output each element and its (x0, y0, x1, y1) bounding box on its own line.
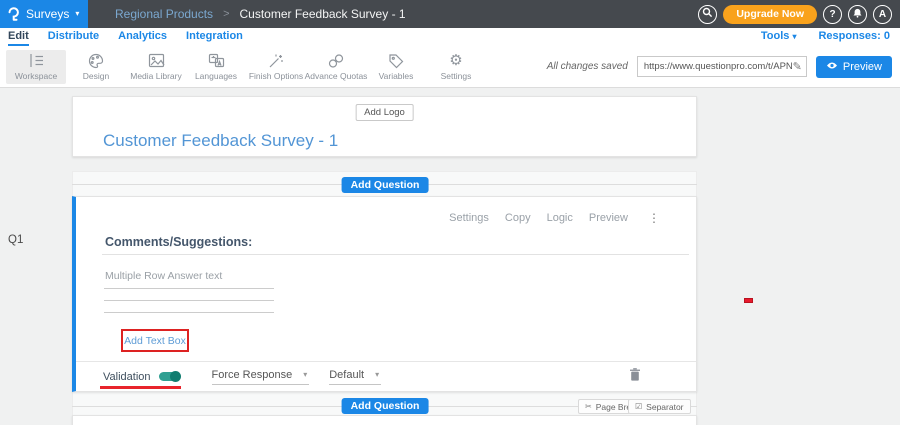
caret-down-icon: ▾ (303, 370, 307, 379)
upgrade-now-button[interactable]: Upgrade Now (723, 5, 817, 24)
question-settings-link[interactable]: Settings (449, 212, 489, 224)
more-options-icon[interactable]: ⋮ (648, 211, 660, 225)
eye-icon (826, 61, 838, 73)
question-logic-link[interactable]: Logic (547, 212, 573, 224)
questionpro-logo-icon (7, 7, 20, 22)
toolbar-item-advance-quotas[interactable]: Advance Quotas (306, 50, 366, 84)
separator-checkbox-icon: ☑ (635, 403, 642, 411)
survey-url-box: ✎ (637, 56, 807, 77)
question-preview-link[interactable]: Preview (589, 212, 628, 224)
breadcrumb-folder[interactable]: Regional Products (115, 7, 213, 21)
tab-integration[interactable]: Integration (186, 30, 243, 44)
question-number: Q1 (8, 234, 23, 246)
survey-editor-canvas: Add Logo Customer Feedback Survey - 1 Ad… (0, 88, 900, 425)
topbar-actions: Upgrade Now ? A (698, 5, 900, 24)
translate-icon (208, 52, 225, 69)
toolbar-item-label: Advance Quotas (305, 71, 368, 81)
survey-title[interactable]: Customer Feedback Survey - 1 (103, 131, 338, 151)
add-question-button-bottom[interactable]: Add Question (342, 398, 429, 414)
toolbar-item-variables[interactable]: Variables (366, 50, 426, 84)
breadcrumb: Regional Products > Customer Feedback Su… (115, 7, 406, 21)
surveys-product-menu[interactable]: Surveys ▾ (0, 0, 88, 28)
toggle-knob (170, 371, 181, 382)
avatar[interactable]: A (873, 5, 892, 24)
notifications-button[interactable] (848, 5, 867, 24)
caret-down-icon: ▾ (75, 10, 79, 18)
caret-down-icon: ▾ (792, 32, 796, 41)
separator-button[interactable]: ☑ Separator (628, 399, 691, 414)
trash-icon (629, 368, 641, 386)
responses-count[interactable]: Responses: 0 (818, 30, 890, 42)
question-text-underline (102, 254, 689, 255)
caret-down-icon: ▾ (375, 370, 379, 379)
tag-icon (388, 52, 404, 69)
add-question-button-top[interactable]: Add Question (342, 177, 429, 193)
help-button[interactable]: ? (823, 5, 842, 24)
survey-header-card: Add Logo Customer Feedback Survey - 1 (72, 96, 697, 157)
search-icon (702, 7, 713, 21)
toolbar-item-settings[interactable]: ⚙ Settings (426, 50, 486, 84)
toolbar-item-label: Media Library (130, 71, 182, 81)
search-button[interactable] (698, 5, 717, 24)
force-response-dropdown[interactable]: Force Response ▾ (212, 369, 310, 385)
gear-icon: ⚙ (449, 52, 462, 69)
validation-label: Validation (103, 371, 151, 383)
survey-url-input[interactable] (644, 61, 793, 72)
toolbar-right: All changes saved ✎ Preview (547, 56, 900, 78)
edit-url-icon[interactable]: ✎ (793, 60, 802, 73)
autosave-status: All changes saved (547, 61, 628, 72)
default-dropdown[interactable]: Default ▾ (329, 369, 381, 385)
question-copy-link[interactable]: Copy (505, 212, 531, 224)
breadcrumb-separator: > (223, 8, 229, 20)
breadcrumb-survey-name: Customer Feedback Survey - 1 (240, 7, 406, 21)
tools-menu[interactable]: Tools ▾ (761, 30, 797, 42)
toolbar-item-media-library[interactable]: Media Library (126, 50, 186, 84)
toolbar-item-label: Workspace (15, 71, 57, 81)
add-text-box-link[interactable]: Add Text Box (124, 335, 186, 347)
answer-row-line[interactable] (104, 300, 274, 301)
page-break-icon: ✂ (585, 403, 592, 411)
annotation-underline (100, 386, 181, 389)
toolbar-item-finish-options[interactable]: Finish Options (246, 50, 306, 84)
survey-nav: Edit Distribute Analytics Integration To… (0, 28, 900, 46)
annotation-mark (744, 298, 753, 303)
next-question-card (72, 415, 697, 425)
toolbar-item-label: Settings (441, 71, 472, 81)
toolbar-item-label: Design (83, 71, 109, 81)
wand-icon (268, 52, 284, 69)
workspace-icon (28, 52, 45, 69)
tab-distribute[interactable]: Distribute (48, 30, 99, 44)
topbar: Surveys ▾ Regional Products > Customer F… (0, 0, 900, 28)
links-icon (328, 52, 344, 69)
annotation-box: Add Text Box (121, 329, 189, 352)
add-logo-button[interactable]: Add Logo (355, 104, 414, 121)
tab-analytics[interactable]: Analytics (118, 30, 167, 44)
toolbar-item-design[interactable]: Design (66, 50, 126, 84)
palette-icon (88, 52, 104, 69)
image-icon (148, 52, 165, 69)
product-name: Surveys (26, 7, 69, 21)
preview-button[interactable]: Preview (816, 56, 892, 78)
question-text[interactable]: Comments/Suggestions: (105, 235, 252, 249)
toolbar-item-label: Languages (195, 71, 237, 81)
bell-icon (852, 7, 863, 22)
toolbar-item-workspace[interactable]: Workspace (6, 50, 66, 84)
answer-placeholder[interactable]: Multiple Row Answer text (105, 270, 222, 282)
question-actions: Settings Copy Logic Preview ⋮ (449, 211, 660, 225)
delete-question-button[interactable] (629, 368, 641, 386)
toolbar-item-label: Finish Options (249, 71, 303, 81)
answer-row-line[interactable] (104, 288, 274, 289)
edit-toolbar: Workspace Design Media Library Languages… (0, 46, 900, 88)
tab-edit[interactable]: Edit (8, 30, 29, 46)
question-card: Settings Copy Logic Preview ⋮ Comments/S… (72, 196, 697, 392)
toolbar-item-label: Variables (379, 71, 414, 81)
nav-right: Tools ▾ Responses: 0 (761, 30, 890, 42)
answer-row-line[interactable] (104, 312, 274, 313)
validation-toggle[interactable] (159, 372, 180, 381)
toolbar-item-languages[interactable]: Languages (186, 50, 246, 84)
